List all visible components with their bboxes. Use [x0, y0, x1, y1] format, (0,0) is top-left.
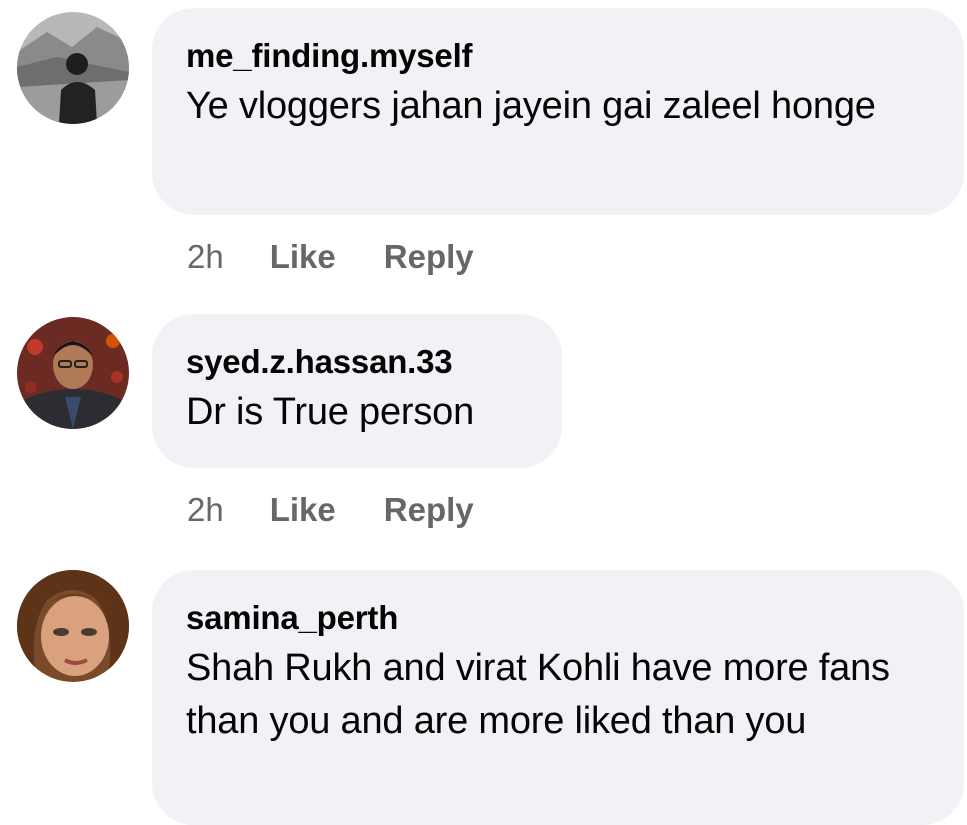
comment-text: Ye vloggers jahan jayein gai zaleel hong…: [186, 85, 876, 127]
avatar[interactable]: [17, 570, 129, 682]
comment-time[interactable]: 2h: [187, 237, 224, 277]
comment-time[interactable]: 2h: [187, 490, 224, 530]
comment-username[interactable]: syed.z.hassan.33: [186, 342, 528, 382]
reply-button[interactable]: Reply: [384, 490, 474, 530]
comment-bubble: samina_perth Shah Rukh and virat Kohli h…: [152, 570, 964, 825]
avatar-image: [17, 12, 129, 124]
comment-actions: 2h Like Reply: [187, 237, 522, 277]
comment-bubble: syed.z.hassan.33 Dr is True person: [152, 314, 562, 468]
comment-text: Shah Rukh and virat Kohli have more fans…: [186, 647, 890, 742]
like-button[interactable]: Like: [270, 237, 336, 277]
comment-actions: 2h Like Reply: [187, 490, 522, 530]
avatar[interactable]: [17, 317, 129, 429]
comment-username[interactable]: me_finding.myself: [186, 36, 930, 76]
avatar[interactable]: [17, 12, 129, 124]
avatar-image: [17, 570, 129, 682]
reply-button[interactable]: Reply: [384, 237, 474, 277]
comment-username[interactable]: samina_perth: [186, 598, 930, 638]
avatar-image: [17, 317, 129, 429]
like-button[interactable]: Like: [270, 490, 336, 530]
comment-bubble: me_finding.myself Ye vloggers jahan jaye…: [152, 8, 964, 215]
comment-text: Dr is True person: [186, 391, 475, 433]
